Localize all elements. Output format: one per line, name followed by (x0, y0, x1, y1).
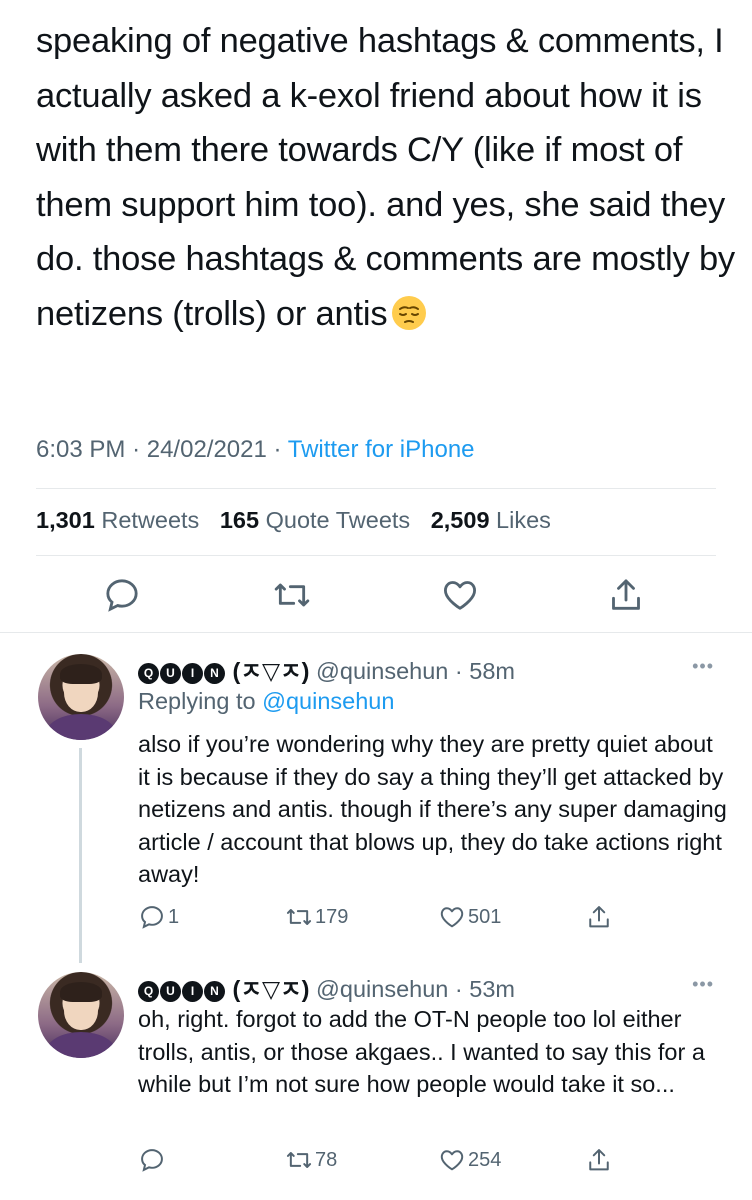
thread-line (79, 748, 82, 963)
reply-icon (106, 579, 138, 612)
likes-label: Likes (496, 507, 551, 533)
reply-header: QUIN (ㅈ▽ㅈ) @quinsehun · 58m (138, 652, 515, 686)
like-button[interactable]: 501 (438, 902, 501, 932)
retweet-icon (286, 909, 312, 925)
meta-separator: · (273, 436, 282, 463)
divider (36, 488, 716, 489)
reply-button[interactable]: 1 (138, 902, 179, 932)
pensive-face-emoji-icon (391, 293, 427, 330)
name-badge: Q (138, 663, 159, 684)
name-badge: N (204, 663, 225, 684)
heart-icon (440, 1150, 464, 1171)
tweet-time[interactable]: 6:03 PM (36, 436, 125, 463)
reply-button[interactable] (102, 575, 142, 615)
reply-time[interactable]: · 53m (455, 976, 515, 1002)
retweet-count: 179 (315, 905, 349, 928)
retweets-label: Retweets (101, 507, 200, 533)
retweets-stat[interactable]: 1,301 Retweets (36, 507, 199, 533)
name-badge: Q (138, 981, 159, 1002)
quotes-stat[interactable]: 165 Quote Tweets (220, 507, 410, 533)
replying-to-handle[interactable]: @quinsehun (262, 688, 394, 714)
share-button[interactable] (585, 1145, 615, 1175)
reply-icon (141, 906, 163, 929)
avatar[interactable] (38, 654, 124, 740)
quotes-label: Quote Tweets (265, 507, 411, 533)
name-badge: I (182, 981, 203, 1002)
retweet-button[interactable] (272, 575, 312, 615)
share-icon (612, 579, 640, 610)
tweet-action-bar (0, 575, 752, 619)
meta-separator: · (132, 436, 141, 463)
like-button[interactable] (440, 575, 480, 615)
retweet-button[interactable]: 179 (285, 902, 348, 932)
tweet-text: speaking of negative hashtags & comments… (36, 14, 736, 342)
reply-text: also if you’re wondering why they are pr… (138, 731, 727, 887)
reply-time[interactable]: · 58m (455, 658, 515, 684)
heart-icon (444, 581, 476, 610)
reply-count: 1 (168, 905, 180, 928)
display-name[interactable]: (ㅈ▽ㅈ) (233, 976, 310, 1002)
user-handle[interactable]: @quinsehun (316, 976, 448, 1002)
reply-header: QUIN (ㅈ▽ㅈ) @quinsehun · 53m (138, 970, 515, 1004)
replying-label: Replying to (138, 688, 256, 714)
display-name[interactable]: (ㅈ▽ㅈ) (233, 658, 310, 684)
name-badge: N (204, 981, 225, 1002)
share-button[interactable] (585, 902, 615, 932)
retweet-button[interactable]: 78 (285, 1145, 337, 1175)
avatar[interactable] (38, 972, 124, 1058)
divider (0, 632, 752, 633)
retweet-icon (274, 583, 310, 607)
like-button[interactable]: 254 (438, 1145, 501, 1175)
like-count: 254 (468, 1148, 502, 1171)
retweet-icon (286, 1152, 312, 1168)
more-options-icon[interactable]: ••• (692, 974, 714, 995)
name-badge: I (182, 663, 203, 684)
user-handle[interactable]: @quinsehun (316, 658, 448, 684)
heart-icon (440, 907, 464, 928)
retweet-count: 78 (315, 1148, 338, 1171)
likes-count: 2,509 (430, 507, 490, 533)
share-icon (589, 906, 609, 928)
likes-stat[interactable]: 2,509 Likes (431, 507, 551, 533)
reply-button[interactable] (138, 1145, 168, 1175)
name-badge: U (160, 981, 181, 1002)
tweet-source-link[interactable]: Twitter for iPhone (288, 436, 475, 463)
retweets-count: 1,301 (36, 507, 95, 533)
replying-to: Replying to @quinsehun (138, 688, 394, 715)
share-icon (589, 1149, 609, 1171)
quotes-count: 165 (219, 507, 260, 533)
name-badge: U (160, 663, 181, 684)
tweet-text-content: speaking of negative hashtags & comments… (36, 22, 735, 333)
like-count: 501 (468, 905, 502, 928)
tweet-meta: 6:03 PM · 24/02/2021 · Twitter for iPhon… (36, 436, 475, 464)
divider (36, 555, 716, 556)
reply-icon (141, 1149, 163, 1172)
more-options-icon[interactable]: ••• (692, 656, 714, 677)
tweet-stats: 1,301 Retweets 165 Quote Tweets 2,509 Li… (36, 507, 551, 534)
share-button[interactable] (606, 575, 646, 615)
reply-text: oh, right. forgot to add the OT-N people… (138, 1006, 705, 1097)
tweet-date[interactable]: 24/02/2021 (147, 436, 267, 463)
